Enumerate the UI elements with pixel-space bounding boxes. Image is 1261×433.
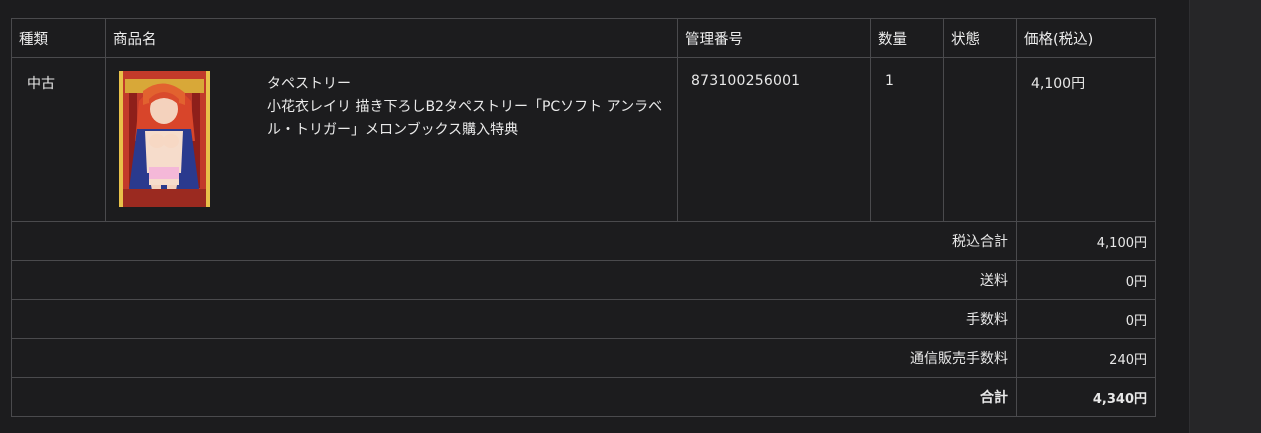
mailorder-fee-label: 通信販売手数料 [11,338,1017,378]
shipping-row: 送料 0円 [11,260,1156,300]
table-row: 中古 タペストリー 小花衣レイリ 描き下ろしB2タペストリー「PCソフト アンラ… [11,57,1156,222]
subtotal-label: 税込合計 [11,221,1017,261]
table-header-row: 種類 商品名 管理番号 数量 状態 価格(税込) [11,18,1156,58]
shipping-value: 0円 [1016,260,1156,300]
shipping-label: 送料 [11,260,1017,300]
item-price: 4,100円 [1016,57,1156,222]
header-code: 管理番号 [677,18,871,58]
item-product-cell: タペストリー 小花衣レイリ 描き下ろしB2タペストリー「PCソフト アンラベル・… [105,57,678,222]
product-category: タペストリー [267,76,351,92]
item-type: 中古 [11,57,106,222]
grand-total-row: 合計 4,340円 [11,377,1156,417]
header-price: 価格(税込) [1016,18,1156,58]
product-title[interactable]: 小花衣レイリ 描き下ろしB2タペストリー「PCソフト アンラベル・トリガー」メロ… [267,96,672,142]
product-thumbnail-image[interactable] [119,71,210,207]
header-qty: 数量 [870,18,944,58]
grand-total-value: 4,340円 [1016,377,1156,417]
header-type: 種類 [11,18,106,58]
order-table: 種類 商品名 管理番号 数量 状態 価格(税込) 中古 タペストリー 小花衣レイ… [11,18,1156,417]
grand-total-label: 合計 [11,377,1017,417]
product-description: タペストリー 小花衣レイリ 描き下ろしB2タペストリー「PCソフト アンラベル・… [267,73,672,142]
fee-value: 0円 [1016,299,1156,339]
header-state: 状態 [943,18,1017,58]
mailorder-fee-value: 240円 [1016,338,1156,378]
header-product: 商品名 [105,18,678,58]
order-details-page: 種類 商品名 管理番号 数量 状態 価格(税込) 中古 タペストリー 小花衣レイ… [0,0,1261,433]
item-code: 873100256001 [677,57,871,222]
item-qty: 1 [870,57,944,222]
right-gutter-panel [1189,0,1261,433]
subtotal-value: 4,100円 [1016,221,1156,261]
fee-row: 手数料 0円 [11,299,1156,339]
item-state [943,57,1017,222]
mailorder-fee-row: 通信販売手数料 240円 [11,338,1156,378]
fee-label: 手数料 [11,299,1017,339]
subtotal-row: 税込合計 4,100円 [11,221,1156,261]
